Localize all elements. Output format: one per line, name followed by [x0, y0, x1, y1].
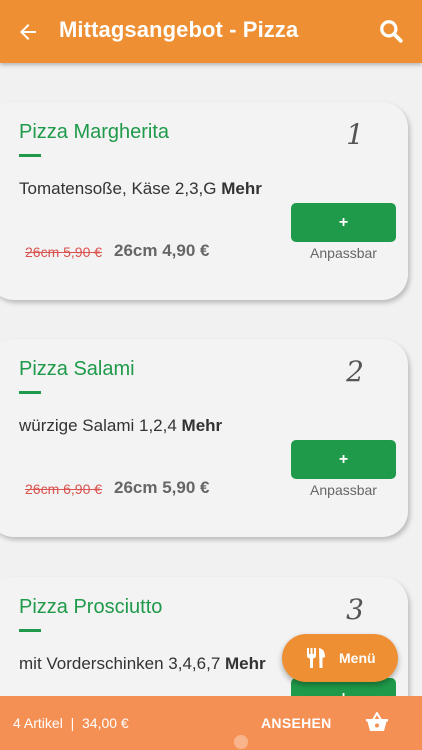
more-link[interactable]: Mehr	[225, 654, 266, 673]
description-text: mit Vorderschinken 3,4,6,7	[19, 654, 221, 673]
customizable-label: Anpassbar	[310, 482, 377, 498]
menu-fab-label: Menü	[339, 650, 376, 666]
add-to-cart-button[interactable]: +	[291, 203, 396, 242]
old-price: 26cm 5,90 €	[25, 244, 103, 260]
product-name: Pizza Prosciutto	[19, 596, 163, 618]
current-price: 26cm 5,90 €	[114, 478, 210, 497]
description-text: Tomatensoße, Käse 2,3,G	[19, 179, 217, 198]
home-indicator-dot	[234, 735, 248, 749]
arrow-left-icon	[20, 24, 36, 40]
fork-knife-icon	[306, 646, 326, 670]
name-underline	[19, 391, 41, 394]
product-description: würzige Salami 1,2,4 Mehr	[19, 416, 222, 436]
more-link[interactable]: Mehr	[182, 416, 223, 435]
cart-summary: 4 Artikel | 34,00 €	[13, 715, 129, 731]
basket-button[interactable]	[363, 708, 391, 736]
product-card-salami[interactable]: Pizza Salami 2 würzige Salami 1,2,4 Mehr…	[0, 339, 408, 537]
name-underline	[19, 154, 41, 157]
customizable-label: Anpassbar	[310, 245, 377, 261]
more-link[interactable]: Mehr	[221, 179, 262, 198]
search-button[interactable]	[372, 12, 410, 50]
page-title: Mittagsangebot - Pizza	[59, 17, 299, 42]
product-number: 2	[346, 355, 364, 388]
product-list: Pizza Margherita 1 Tomatensoße, Käse 2,3…	[0, 63, 422, 696]
old-price: 26cm 6,90 €	[25, 481, 103, 497]
basket-icon	[366, 712, 388, 731]
current-price: 26cm 4,90 €	[114, 241, 210, 260]
description-text: würzige Salami 1,2,4	[19, 416, 177, 435]
product-name: Pizza Margherita	[19, 121, 170, 143]
product-name: Pizza Salami	[19, 358, 135, 380]
product-card-margherita[interactable]: Pizza Margherita 1 Tomatensoße, Käse 2,3…	[0, 102, 408, 300]
name-underline	[19, 629, 41, 632]
back-button[interactable]	[10, 14, 46, 50]
app-bar: Mittagsangebot - Pizza	[0, 0, 422, 63]
add-to-cart-button[interactable]: +	[291, 440, 396, 479]
cart-bar[interactable]: 4 Artikel | 34,00 € ANSEHEN	[0, 696, 422, 750]
product-description: mit Vorderschinken 3,4,6,7 Mehr	[19, 654, 266, 674]
product-number: 3	[346, 593, 364, 626]
menu-fab-button[interactable]: Menü	[282, 634, 398, 682]
view-cart-button[interactable]: ANSEHEN	[261, 715, 332, 731]
search-icon	[380, 20, 403, 43]
product-number: 1	[346, 118, 364, 151]
product-description: Tomatensoße, Käse 2,3,G Mehr	[19, 179, 262, 199]
